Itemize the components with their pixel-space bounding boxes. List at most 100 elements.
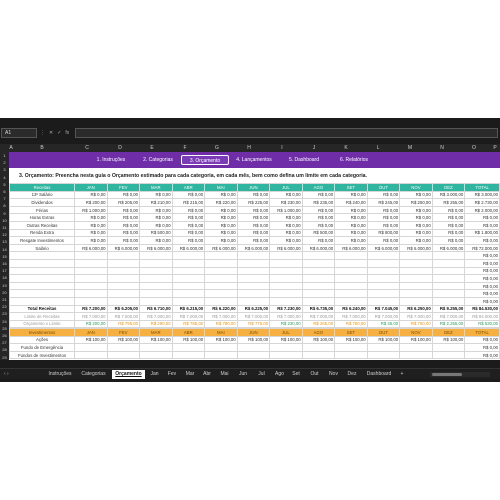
cell-value[interactable]: R$ 0,00 xyxy=(334,213,368,222)
cell-value[interactable] xyxy=(236,266,271,276)
cell-value[interactable]: R$ 72.000,00 xyxy=(464,243,500,253)
cell-value[interactable]: R$ 0,00 xyxy=(171,213,206,222)
cell-value[interactable] xyxy=(399,274,433,283)
cell-value[interactable]: R$ 750,00 xyxy=(399,319,433,329)
sheet-tab[interactable]: Jan xyxy=(147,370,162,379)
cell-value[interactable] xyxy=(301,281,336,291)
cell-value[interactable] xyxy=(269,289,303,298)
cell-value[interactable]: R$ 0,00 xyxy=(236,205,271,215)
cell-value[interactable] xyxy=(431,281,466,291)
cell-value[interactable]: R$ 0,00 xyxy=(366,220,401,230)
cell-value[interactable]: R$ 0,00 xyxy=(301,220,336,230)
cell-value[interactable] xyxy=(301,350,336,360)
cell-value[interactable] xyxy=(366,343,401,352)
cell-value[interactable] xyxy=(171,350,206,360)
cell-value[interactable]: R$ 0,00 xyxy=(366,190,401,200)
cell-value[interactable] xyxy=(106,296,141,306)
cell-value[interactable]: R$ 780,00 xyxy=(204,319,238,329)
add-sheet-button[interactable]: + xyxy=(398,370,406,379)
cell-value[interactable] xyxy=(399,350,433,360)
cell-value[interactable]: R$ 100,00 xyxy=(204,335,238,345)
row-header[interactable]: 7 xyxy=(0,196,9,201)
cell-value[interactable] xyxy=(139,274,173,283)
cell-value[interactable] xyxy=(74,281,108,291)
sheet-tab[interactable]: Mai xyxy=(216,370,233,379)
cell-value[interactable]: R$ 3.000,00 xyxy=(431,190,466,200)
cell-value[interactable]: R$ 0,00 xyxy=(74,190,108,200)
cell-value[interactable] xyxy=(74,258,108,268)
row-header[interactable]: 13 xyxy=(0,239,9,244)
cell-value[interactable] xyxy=(399,296,433,306)
cell-value[interactable]: R$ 6.000,00 xyxy=(236,243,271,253)
cell-value[interactable] xyxy=(74,350,108,360)
cell-value[interactable]: R$ 0,00 xyxy=(399,228,433,238)
cell-value[interactable] xyxy=(139,266,173,276)
cell-value[interactable]: R$ 7.000,00 xyxy=(334,312,368,321)
cell-value[interactable] xyxy=(236,274,271,283)
sheet-tab[interactable]: Jul xyxy=(253,370,270,379)
column-header[interactable]: E xyxy=(148,144,156,152)
sheet-grid[interactable]: 1. Instruções 2. Categorias 3. Orçamento 4.… xyxy=(9,152,500,360)
cell-value[interactable]: R$ 0,00 xyxy=(236,228,271,238)
cell-value[interactable]: R$ 0,00 xyxy=(431,236,466,245)
cell-value[interactable]: R$ 100,00 xyxy=(139,335,173,345)
cell-value[interactable]: R$ 7.000,00 xyxy=(269,312,303,321)
cell-value[interactable]: R$ 7.230,00 xyxy=(269,304,303,314)
column-header[interactable]: L xyxy=(374,144,382,152)
row-header[interactable]: 27 xyxy=(0,340,9,345)
cell-value[interactable]: R$ 0,00 xyxy=(464,289,500,298)
cell-value[interactable]: R$ 0,00 xyxy=(464,335,500,345)
cell-value[interactable]: R$ 0,00 xyxy=(171,228,206,238)
cell-value[interactable] xyxy=(171,274,206,283)
column-header[interactable]: K xyxy=(342,144,350,152)
cell-value[interactable] xyxy=(171,289,206,298)
cell-value[interactable]: R$ 100,00 xyxy=(301,335,336,345)
cell-value[interactable]: R$ 6.710,00 xyxy=(139,304,173,314)
cell-value[interactable]: R$ 235,00 xyxy=(301,198,336,207)
row-label[interactable]: Salário xyxy=(9,243,76,253)
column-header[interactable]: C xyxy=(83,144,91,152)
cell-value[interactable]: R$ 230,00 xyxy=(269,198,303,207)
cell-value[interactable] xyxy=(236,251,271,260)
cell-value[interactable] xyxy=(106,274,141,283)
cell-value[interactable] xyxy=(301,274,336,283)
cell-value[interactable]: R$ 6.000,00 xyxy=(301,243,336,253)
cell-value[interactable]: R$ 6.225,00 xyxy=(236,304,271,314)
cell-value[interactable]: R$ 0,00 xyxy=(139,236,173,245)
cell-value[interactable]: R$ 2.255,00 xyxy=(431,319,466,329)
cell-value[interactable] xyxy=(171,251,206,260)
cell-value[interactable] xyxy=(236,343,271,352)
cell-value[interactable]: R$ 0,00 xyxy=(204,228,238,238)
cell-value[interactable]: R$ 6.000,00 xyxy=(399,243,433,253)
cell-value[interactable] xyxy=(236,289,271,298)
cell-value[interactable]: R$ 0,00 xyxy=(366,205,401,215)
cell-value[interactable] xyxy=(74,274,108,283)
cell-value[interactable]: R$ 760,00 xyxy=(334,319,368,329)
row-header[interactable]: 9 xyxy=(0,211,9,216)
cell-value[interactable]: R$ 0,00 xyxy=(171,205,206,215)
cell-value[interactable]: R$ 7.000,00 xyxy=(106,312,141,321)
cell-value[interactable] xyxy=(139,343,173,352)
row-header[interactable]: 23 xyxy=(0,311,9,316)
cell-value[interactable]: R$ 7.000,00 xyxy=(431,312,466,321)
cell-value[interactable] xyxy=(334,296,368,306)
cell-value[interactable]: R$ 775,00 xyxy=(236,319,271,329)
row-label[interactable]: Limite de Receitas xyxy=(9,312,76,321)
cell-value[interactable]: R$ 7.000,00 xyxy=(399,312,433,321)
cell-value[interactable]: R$ 0,00 xyxy=(301,190,336,200)
cell-value[interactable]: R$ 220,00 xyxy=(204,198,238,207)
cell-value[interactable]: R$ 0,00 xyxy=(204,236,238,245)
cell-value[interactable] xyxy=(204,258,238,268)
column-header[interactable]: J xyxy=(310,144,318,152)
sheet-tab[interactable]: Nov xyxy=(325,370,342,379)
cell-value[interactable]: R$ 0,00 xyxy=(464,350,500,360)
cell-value[interactable]: R$ 1.000,00 xyxy=(74,205,108,215)
cell-value[interactable]: R$ 7.000,00 xyxy=(301,312,336,321)
cell-value[interactable] xyxy=(301,251,336,260)
cell-value[interactable]: R$ 6.240,00 xyxy=(334,304,368,314)
column-header[interactable]: M xyxy=(406,144,414,152)
cell-value[interactable] xyxy=(236,296,271,306)
cell-value[interactable]: R$ 0,00 xyxy=(431,213,466,222)
cell-value[interactable] xyxy=(269,343,303,352)
row-header[interactable]: 1 xyxy=(0,153,9,158)
